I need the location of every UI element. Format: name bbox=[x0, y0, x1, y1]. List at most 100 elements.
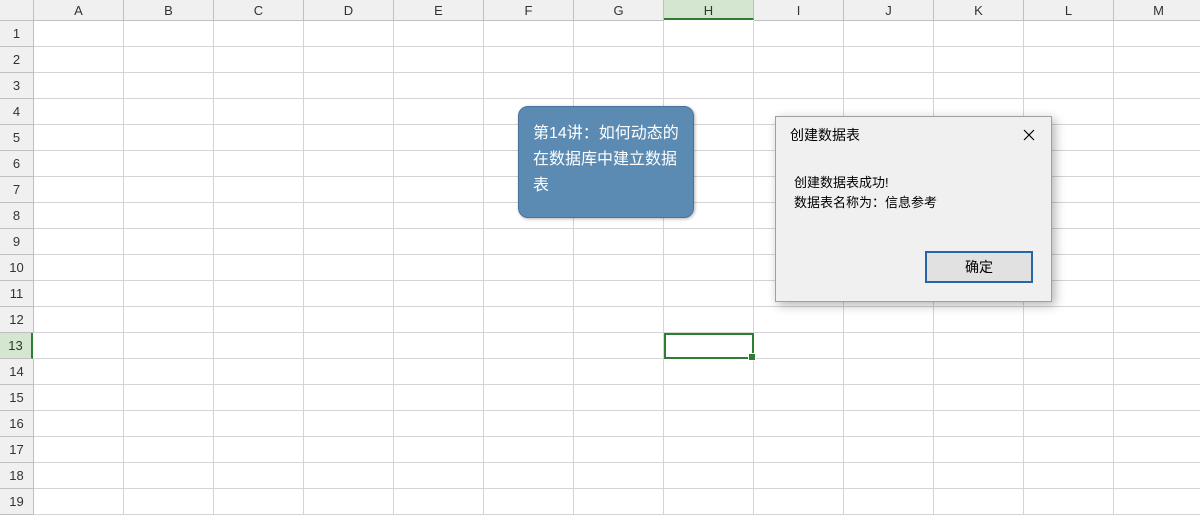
cell[interactable] bbox=[394, 229, 484, 255]
cell[interactable] bbox=[124, 151, 214, 177]
cell[interactable] bbox=[844, 47, 934, 73]
cell[interactable] bbox=[124, 385, 214, 411]
row-header[interactable]: 17 bbox=[0, 437, 34, 463]
cell[interactable] bbox=[754, 73, 844, 99]
cell[interactable] bbox=[574, 333, 664, 359]
cell[interactable] bbox=[394, 411, 484, 437]
cell[interactable] bbox=[304, 203, 394, 229]
cell[interactable] bbox=[34, 385, 124, 411]
cell[interactable] bbox=[1024, 47, 1114, 73]
cell[interactable] bbox=[394, 489, 484, 515]
cell[interactable] bbox=[934, 437, 1024, 463]
cell[interactable] bbox=[394, 177, 484, 203]
cell[interactable] bbox=[214, 489, 304, 515]
cell[interactable] bbox=[394, 333, 484, 359]
cell[interactable] bbox=[574, 73, 664, 99]
select-all-corner[interactable] bbox=[0, 0, 34, 21]
cell[interactable] bbox=[484, 333, 574, 359]
cell[interactable] bbox=[214, 437, 304, 463]
cell[interactable] bbox=[124, 255, 214, 281]
cell[interactable] bbox=[1114, 281, 1200, 307]
dialog-titlebar[interactable]: 创建数据表 bbox=[776, 117, 1051, 153]
cell[interactable] bbox=[664, 255, 754, 281]
cell[interactable] bbox=[574, 489, 664, 515]
cell[interactable] bbox=[34, 307, 124, 333]
cell[interactable] bbox=[304, 489, 394, 515]
cell[interactable] bbox=[754, 437, 844, 463]
cell[interactable] bbox=[484, 255, 574, 281]
cell[interactable] bbox=[1114, 151, 1200, 177]
cell[interactable] bbox=[1024, 21, 1114, 47]
row-header[interactable]: 9 bbox=[0, 229, 34, 255]
cell[interactable] bbox=[34, 203, 124, 229]
cell[interactable] bbox=[844, 73, 934, 99]
column-header[interactable]: B bbox=[124, 0, 214, 21]
column-header[interactable]: J bbox=[844, 0, 934, 21]
cell[interactable] bbox=[574, 463, 664, 489]
cell[interactable] bbox=[124, 203, 214, 229]
cell[interactable] bbox=[1114, 255, 1200, 281]
cell[interactable] bbox=[34, 255, 124, 281]
cell[interactable] bbox=[1024, 73, 1114, 99]
cell[interactable] bbox=[394, 281, 484, 307]
column-header[interactable]: L bbox=[1024, 0, 1114, 21]
cell[interactable] bbox=[34, 411, 124, 437]
cell[interactable] bbox=[304, 73, 394, 99]
cell[interactable] bbox=[574, 47, 664, 73]
cell[interactable] bbox=[934, 47, 1024, 73]
cell[interactable] bbox=[394, 203, 484, 229]
cell[interactable] bbox=[934, 307, 1024, 333]
row-header[interactable]: 19 bbox=[0, 489, 34, 515]
cell[interactable] bbox=[214, 203, 304, 229]
cell[interactable] bbox=[574, 385, 664, 411]
cell[interactable] bbox=[304, 437, 394, 463]
column-header[interactable]: F bbox=[484, 0, 574, 21]
cell[interactable] bbox=[34, 489, 124, 515]
row-header[interactable]: 10 bbox=[0, 255, 34, 281]
column-header[interactable]: E bbox=[394, 0, 484, 21]
cell[interactable] bbox=[934, 411, 1024, 437]
cell[interactable] bbox=[754, 411, 844, 437]
cell[interactable] bbox=[754, 489, 844, 515]
cell[interactable] bbox=[304, 281, 394, 307]
cell[interactable] bbox=[754, 463, 844, 489]
cell[interactable] bbox=[844, 21, 934, 47]
cell[interactable] bbox=[34, 463, 124, 489]
cell[interactable] bbox=[124, 177, 214, 203]
cell[interactable] bbox=[214, 255, 304, 281]
close-icon[interactable] bbox=[1017, 123, 1041, 147]
cell[interactable] bbox=[664, 47, 754, 73]
cell[interactable] bbox=[664, 411, 754, 437]
cell[interactable] bbox=[574, 21, 664, 47]
cell[interactable] bbox=[1114, 177, 1200, 203]
cell[interactable] bbox=[844, 411, 934, 437]
cell[interactable] bbox=[214, 359, 304, 385]
cell[interactable] bbox=[1114, 437, 1200, 463]
cell[interactable] bbox=[214, 307, 304, 333]
cell[interactable] bbox=[1114, 125, 1200, 151]
cell[interactable] bbox=[1114, 21, 1200, 47]
cell[interactable] bbox=[484, 47, 574, 73]
cell[interactable] bbox=[484, 73, 574, 99]
cell[interactable] bbox=[934, 489, 1024, 515]
cell[interactable] bbox=[34, 177, 124, 203]
cell[interactable] bbox=[124, 307, 214, 333]
row-header[interactable]: 12 bbox=[0, 307, 34, 333]
cell[interactable] bbox=[394, 463, 484, 489]
cell[interactable] bbox=[1114, 385, 1200, 411]
column-header[interactable]: C bbox=[214, 0, 304, 21]
column-header[interactable]: D bbox=[304, 0, 394, 21]
cell[interactable] bbox=[124, 47, 214, 73]
cell[interactable] bbox=[304, 255, 394, 281]
cell[interactable] bbox=[484, 307, 574, 333]
cell[interactable] bbox=[394, 437, 484, 463]
cell[interactable] bbox=[304, 125, 394, 151]
cell[interactable] bbox=[1114, 47, 1200, 73]
cell[interactable] bbox=[214, 411, 304, 437]
cell[interactable] bbox=[214, 125, 304, 151]
row-header[interactable]: 11 bbox=[0, 281, 34, 307]
cell[interactable] bbox=[664, 333, 754, 359]
cell[interactable] bbox=[304, 177, 394, 203]
cell[interactable] bbox=[1114, 489, 1200, 515]
cell[interactable] bbox=[844, 463, 934, 489]
